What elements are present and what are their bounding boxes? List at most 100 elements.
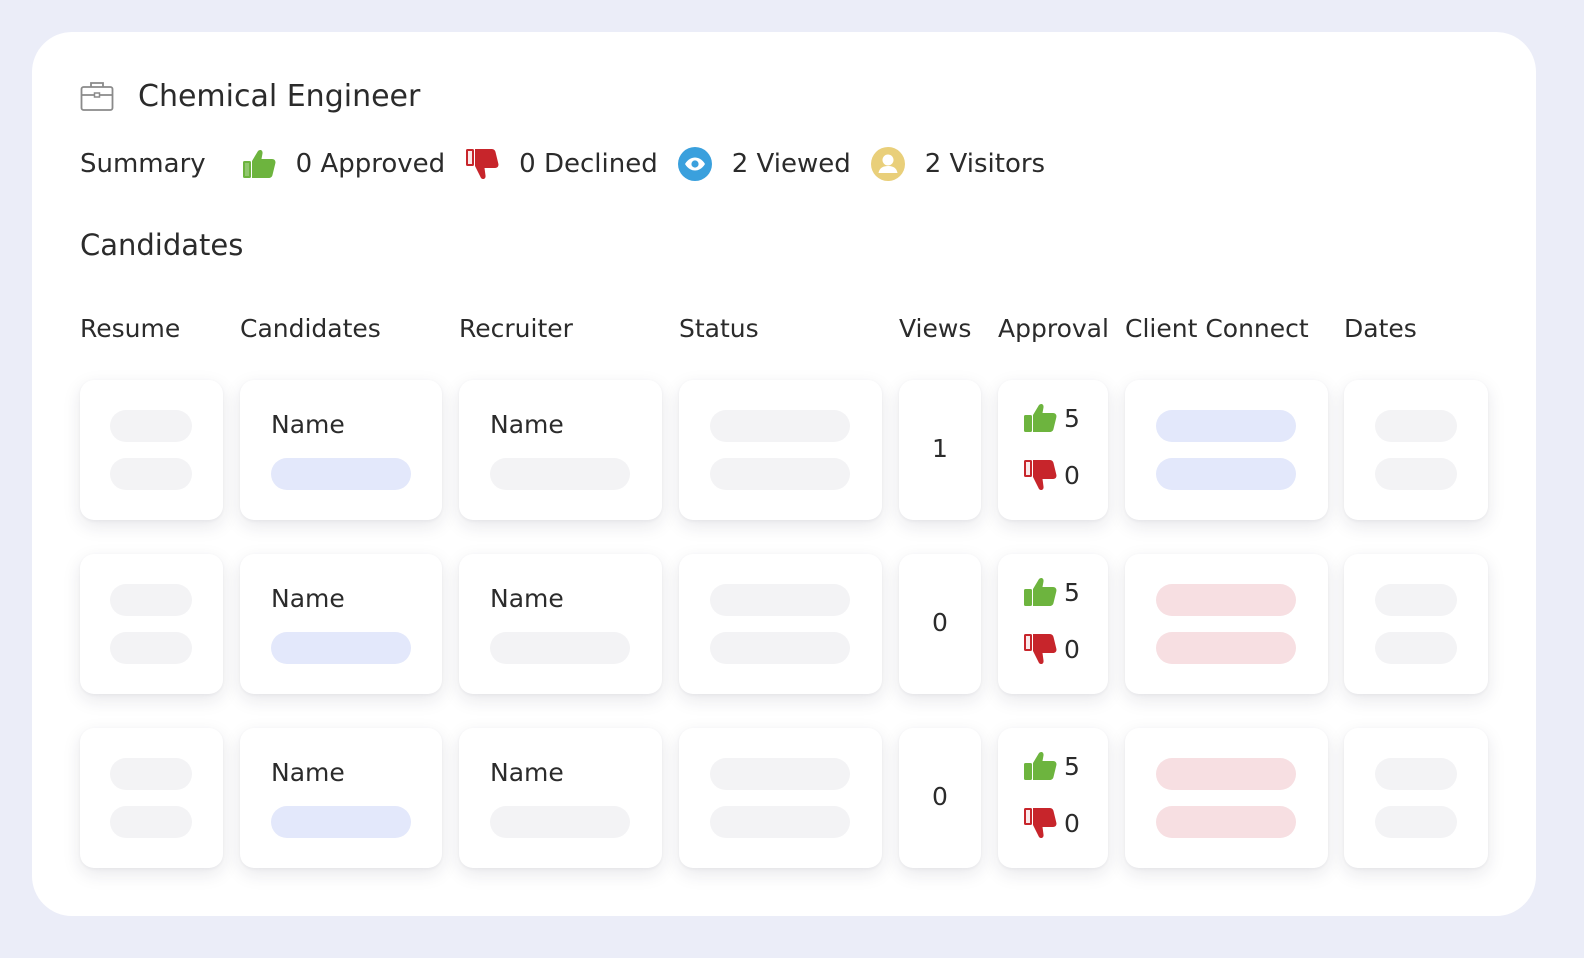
candidate-name[interactable]: Name: [271, 758, 345, 787]
resume-cell[interactable]: [80, 380, 223, 520]
approval-cell: 5 0: [998, 728, 1108, 868]
views-count: 1: [932, 434, 948, 463]
candidates-heading: Candidates: [80, 228, 244, 262]
decline-count[interactable]: 0: [1022, 806, 1080, 840]
approve-count[interactable]: 5: [1022, 576, 1080, 608]
placeholder-bar: [271, 632, 411, 664]
column-header-views[interactable]: Views: [899, 314, 971, 343]
thumbs-up-icon: [1024, 403, 1057, 432]
decline-value: 0: [1064, 634, 1080, 664]
summary-label: Summary: [80, 149, 206, 179]
briefcase-icon: [80, 79, 114, 113]
resume-cell[interactable]: [80, 728, 223, 868]
column-header-candidates[interactable]: Candidates: [240, 314, 381, 343]
client-connect-cell[interactable]: [1125, 380, 1328, 520]
status-cell[interactable]: [679, 728, 882, 868]
column-header-dates[interactable]: Dates: [1344, 314, 1417, 343]
recruiter-cell[interactable]: Name: [459, 554, 662, 694]
resume-cell[interactable]: [80, 554, 223, 694]
job-card: Chemical Engineer Summary 0 Approved 0 D…: [32, 32, 1536, 916]
client-connect-cell[interactable]: [1125, 728, 1328, 868]
candidate-cell[interactable]: Name: [240, 728, 442, 868]
placeholder-bar: [271, 806, 411, 838]
placeholder-bar: [710, 758, 850, 790]
views-cell: 1: [899, 380, 981, 520]
placeholder-bar: [1375, 758, 1457, 790]
thumbs-up-icon: [1024, 751, 1057, 780]
approval-cell: 5 0: [998, 380, 1108, 520]
views-cell: 0: [899, 554, 981, 694]
user-icon: [869, 145, 907, 183]
approve-value: 5: [1064, 751, 1080, 781]
placeholder-bar: [1156, 806, 1296, 838]
placeholder-bar: [1156, 410, 1296, 442]
placeholder-bar: [110, 632, 192, 664]
thumbs-up-icon: [1024, 577, 1057, 606]
client-connect-cell[interactable]: [1125, 554, 1328, 694]
views-cell: 0: [899, 728, 981, 868]
recruiter-cell[interactable]: Name: [459, 728, 662, 868]
dates-cell: [1344, 380, 1488, 520]
views-count: 0: [932, 782, 948, 811]
thumbs-down-icon: [1024, 808, 1057, 839]
decline-count[interactable]: 0: [1022, 458, 1080, 492]
approval-cell: 5 0: [998, 554, 1108, 694]
placeholder-bar: [1156, 458, 1296, 490]
dates-cell: [1344, 554, 1488, 694]
placeholder-bar: [710, 806, 850, 838]
placeholder-bar: [710, 410, 850, 442]
placeholder-bar: [110, 458, 192, 490]
decline-value: 0: [1064, 460, 1080, 490]
column-header-client-connect[interactable]: Client Connect: [1125, 314, 1309, 343]
placeholder-bar: [490, 458, 630, 490]
recruiter-cell[interactable]: Name: [459, 380, 662, 520]
column-header-approval[interactable]: Approval: [998, 314, 1109, 343]
placeholder-bar: [110, 410, 192, 442]
viewed-stat: 2 Viewed: [676, 145, 851, 183]
column-header-status[interactable]: Status: [679, 314, 759, 343]
candidate-name[interactable]: Name: [271, 584, 345, 613]
eye-icon: [676, 145, 714, 183]
recruiter-name: Name: [490, 584, 564, 613]
placeholder-bar: [1156, 758, 1296, 790]
candidate-cell[interactable]: Name: [240, 380, 442, 520]
approve-value: 5: [1064, 403, 1080, 433]
placeholder-bar: [1375, 632, 1457, 664]
candidate-name[interactable]: Name: [271, 410, 345, 439]
placeholder-bar: [1375, 410, 1457, 442]
placeholder-bar: [110, 758, 192, 790]
viewed-count: 2 Viewed: [731, 149, 851, 179]
thumbs-up-icon: [240, 145, 278, 183]
column-header-resume[interactable]: Resume: [80, 314, 180, 343]
job-title: Chemical Engineer: [138, 78, 421, 114]
placeholder-bar: [1156, 632, 1296, 664]
declined-count: 0 Declined: [519, 149, 658, 179]
candidate-cell[interactable]: Name: [240, 554, 442, 694]
approve-count[interactable]: 5: [1022, 750, 1080, 782]
dates-cell: [1344, 728, 1488, 868]
placeholder-bar: [710, 458, 850, 490]
approved-count: 0 Approved: [295, 149, 446, 179]
recruiter-name: Name: [490, 758, 564, 787]
placeholder-bar: [110, 806, 192, 838]
placeholder-bar: [1375, 584, 1457, 616]
approved-stat: 0 Approved: [240, 145, 446, 183]
column-header-recruiter[interactable]: Recruiter: [459, 314, 573, 343]
summary-bar: Summary 0 Approved 0 Declined 2 Viewed 2…: [80, 142, 1063, 186]
thumbs-down-icon: [463, 145, 501, 183]
approve-value: 5: [1064, 577, 1080, 607]
visitors-stat: 2 Visitors: [869, 145, 1045, 183]
placeholder-bar: [110, 584, 192, 616]
decline-value: 0: [1064, 808, 1080, 838]
placeholder-bar: [490, 632, 630, 664]
thumbs-down-icon: [1024, 460, 1057, 491]
status-cell[interactable]: [679, 554, 882, 694]
placeholder-bar: [490, 806, 630, 838]
recruiter-name: Name: [490, 410, 564, 439]
approve-count[interactable]: 5: [1022, 402, 1080, 434]
placeholder-bar: [271, 458, 411, 490]
decline-count[interactable]: 0: [1022, 632, 1080, 666]
placeholder-bar: [1156, 584, 1296, 616]
status-cell[interactable]: [679, 380, 882, 520]
placeholder-bar: [710, 632, 850, 664]
